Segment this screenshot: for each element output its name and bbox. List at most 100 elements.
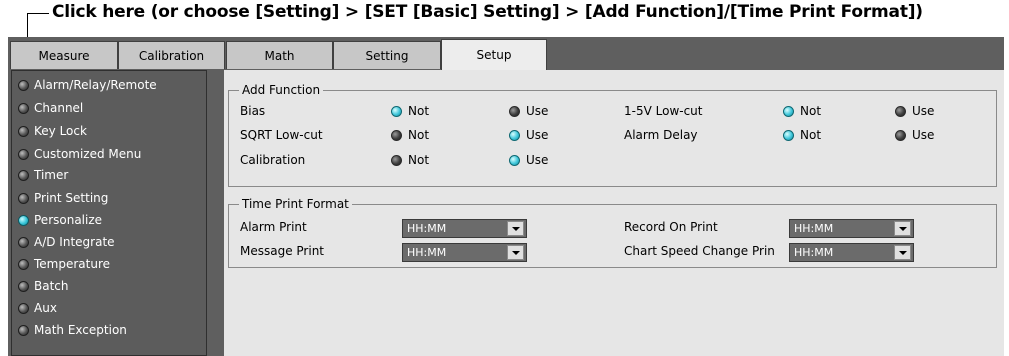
sidebar-item-personalize[interactable]: Personalize — [18, 211, 102, 229]
radio-label: Use — [526, 104, 549, 118]
sqrt-low-cut-not-radio[interactable]: Not — [391, 128, 429, 142]
sidebar-item-label: Personalize — [34, 213, 103, 227]
sqrt-low-cut-use-radio[interactable]: Use — [509, 128, 548, 142]
sidebar-item-label: Print Setting — [34, 191, 109, 205]
radio-icon — [895, 129, 906, 141]
sidebar-item-key-lock[interactable]: Key Lock — [18, 122, 87, 140]
sidebar-item-customized-menu[interactable]: Customized Menu — [18, 145, 141, 163]
message-print-label: Message Print — [240, 244, 325, 258]
add-function-group: Add Function Bias Not Use SQRT Low-cut N… — [228, 83, 997, 187]
sidebar-item-print-setting[interactable]: Print Setting — [18, 189, 108, 207]
sidebar-item-label: Alarm/Relay/Remote — [34, 78, 157, 92]
select-value: HH:MM — [407, 246, 447, 259]
radio-label: Use — [526, 153, 549, 167]
radio-selected-icon — [391, 105, 402, 117]
dropdown-arrow-icon[interactable] — [507, 221, 524, 236]
app-window: Measure Calibration Math Setting Setup A… — [8, 37, 1004, 356]
tab-math[interactable]: Math — [226, 41, 333, 69]
radio-label: Not — [408, 128, 430, 142]
radio-label: Use — [912, 128, 935, 142]
sidebar-item-channel[interactable]: Channel — [18, 99, 83, 117]
select-value: HH:MM — [794, 222, 834, 235]
alarm-delay-use-radio[interactable]: Use — [895, 128, 934, 142]
callout-line — [27, 13, 49, 14]
time-print-format-title: Time Print Format — [239, 197, 352, 211]
sidebar-item-label: Temperature — [34, 257, 111, 271]
radio-dot-selected-icon — [18, 214, 29, 226]
add-function-title: Add Function — [239, 83, 324, 97]
sidebar-item-label: Aux — [34, 301, 57, 315]
tab-setting[interactable]: Setting — [333, 41, 441, 69]
sidebar-item-alarm-relay-remote[interactable]: Alarm/Relay/Remote — [18, 76, 157, 94]
chart-speed-change-print-label: Chart Speed Change Prin — [624, 244, 775, 258]
sidebar-item-timer[interactable]: Timer — [18, 166, 68, 184]
radio-dot-icon — [18, 236, 29, 248]
tab-setup[interactable]: Setup — [441, 39, 547, 70]
tab-measure[interactable]: Measure — [10, 41, 118, 69]
radio-label: Use — [526, 128, 549, 142]
sidebar-item-label: Math Exception — [34, 323, 127, 337]
radio-icon — [895, 105, 906, 117]
radio-dot-icon — [18, 102, 29, 114]
radio-selected-icon — [509, 129, 520, 141]
radio-dot-icon — [18, 302, 29, 314]
alarm-print-label: Alarm Print — [240, 220, 307, 234]
radio-icon — [509, 105, 520, 117]
record-on-print-select[interactable]: HH:MM — [789, 219, 914, 238]
calibration-use-radio[interactable]: Use — [509, 153, 548, 167]
dropdown-arrow-icon[interactable] — [507, 245, 524, 260]
dropdown-arrow-icon[interactable] — [894, 245, 911, 260]
radio-label: Not — [800, 104, 822, 118]
radio-label: Not — [408, 153, 430, 167]
radio-selected-icon — [783, 129, 794, 141]
tab-bar: Measure Calibration Math Setting Setup — [8, 37, 1004, 70]
tab-calibration[interactable]: Calibration — [118, 41, 225, 69]
select-value: HH:MM — [407, 222, 447, 235]
one-five-v-low-cut-use-radio[interactable]: Use — [895, 104, 934, 118]
radio-dot-icon — [18, 125, 29, 137]
bias-label: Bias — [240, 104, 266, 118]
alarm-delay-label: Alarm Delay — [624, 128, 698, 142]
one-five-v-low-cut-not-radio[interactable]: Not — [783, 104, 821, 118]
radio-label: Use — [912, 104, 935, 118]
radio-icon — [391, 129, 402, 141]
radio-selected-icon — [783, 105, 794, 117]
sidebar-item-label: Customized Menu — [34, 147, 142, 161]
sidebar-item-label: Key Lock — [34, 124, 87, 138]
bias-not-radio[interactable]: Not — [391, 104, 429, 118]
radio-dot-icon — [18, 169, 29, 181]
message-print-select[interactable]: HH:MM — [402, 243, 527, 262]
dropdown-arrow-icon[interactable] — [894, 221, 911, 236]
sidebar-item-batch[interactable]: Batch — [18, 277, 69, 295]
sidebar-item-label: A/D Integrate — [34, 235, 115, 249]
radio-dot-icon — [18, 324, 29, 336]
sidebar-item-label: Channel — [34, 101, 84, 115]
callout-instruction: Click here (or choose [Setting] > [SET [… — [52, 2, 923, 22]
sidebar-item-ad-integrate[interactable]: A/D Integrate — [18, 233, 115, 251]
bias-use-radio[interactable]: Use — [509, 104, 548, 118]
radio-dot-icon — [18, 79, 29, 91]
sidebar-item-label: Timer — [34, 168, 69, 182]
radio-dot-icon — [18, 280, 29, 292]
sidebar-item-label: Batch — [34, 279, 69, 293]
one-five-v-low-cut-label: 1-5V Low-cut — [624, 104, 703, 118]
sidebar-item-aux[interactable]: Aux — [18, 299, 57, 317]
radio-dot-icon — [18, 148, 29, 160]
record-on-print-label: Record On Print — [624, 220, 718, 234]
sqrt-low-cut-label: SQRT Low-cut — [240, 128, 323, 142]
calibration-not-radio[interactable]: Not — [391, 153, 429, 167]
radio-dot-icon — [18, 258, 29, 270]
radio-label: Not — [800, 128, 822, 142]
alarm-delay-not-radio[interactable]: Not — [783, 128, 821, 142]
settings-panel: Add Function Bias Not Use SQRT Low-cut N… — [224, 70, 1004, 356]
radio-icon — [391, 154, 402, 166]
radio-selected-icon — [509, 154, 520, 166]
sidebar-item-temperature[interactable]: Temperature — [18, 255, 110, 273]
alarm-print-select[interactable]: HH:MM — [402, 219, 527, 238]
time-print-format-group: Time Print Format Alarm Print HH:MM Mess… — [228, 197, 997, 268]
sidebar-item-math-exception[interactable]: Math Exception — [18, 321, 127, 339]
select-value: HH:MM — [794, 246, 834, 259]
calibration-label: Calibration — [240, 153, 306, 167]
radio-dot-icon — [18, 192, 29, 204]
chart-speed-change-print-select[interactable]: HH:MM — [789, 243, 914, 262]
